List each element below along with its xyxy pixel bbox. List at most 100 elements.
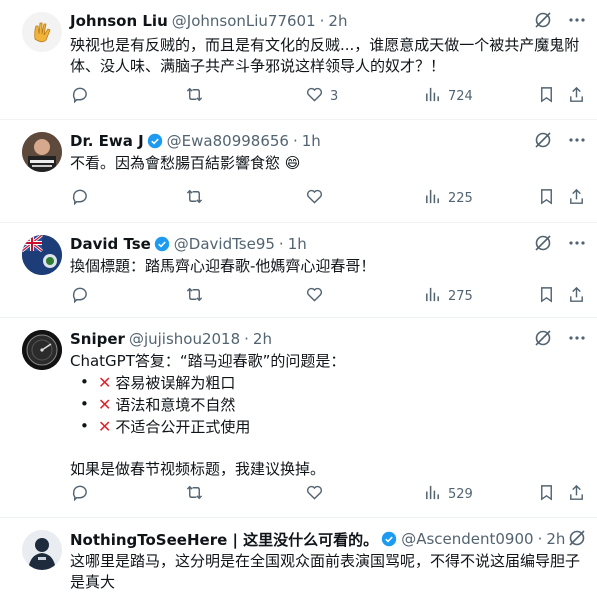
- action-bar: 3 724: [70, 85, 587, 107]
- separator-dot: ·: [278, 235, 284, 253]
- action-bar: 275: [70, 285, 587, 307]
- view-count: 529: [448, 486, 473, 502]
- retweet-icon: [185, 285, 204, 308]
- display-name[interactable]: Sniper: [70, 330, 125, 348]
- list-item-text: 不适合公开正式使用: [115, 418, 251, 436]
- list-item-text: 语法和意境不自然: [115, 396, 236, 414]
- list-item-text: 容易被误解为粗口: [115, 374, 236, 392]
- avatar[interactable]: [22, 235, 62, 275]
- more-icon[interactable]: [567, 233, 587, 257]
- bullet-list: ✕容易被误解为粗口 ✕语法和意境不自然 ✕不适合公开正式使用: [70, 372, 581, 438]
- tweet-text: ChatGPT答复：“踏马迎春歌”的问题是： ✕容易被误解为粗口 ✕语法和意境不…: [70, 351, 581, 480]
- reply-button[interactable]: [70, 187, 89, 210]
- list-item: ✕不适合公开正式使用: [80, 416, 581, 438]
- retweet-button[interactable]: [185, 187, 204, 210]
- timestamp[interactable]: 2h: [546, 530, 565, 548]
- avatar[interactable]: [22, 530, 62, 570]
- avatar[interactable]: [22, 330, 62, 370]
- heart-icon: [305, 187, 324, 210]
- tweet-header: Sniper @jujishou2018 · 2h: [70, 328, 587, 350]
- reply-tweet[interactable]: Dr. Ewa J @Ewa80998656 · 1h 不看。因為會愁腸百結影響…: [0, 120, 597, 223]
- timestamp[interactable]: 2h: [253, 330, 272, 348]
- grok-icon[interactable]: [533, 233, 553, 257]
- verified-badge-icon: [381, 531, 397, 547]
- view-count: 275: [448, 288, 473, 304]
- grok-icon[interactable]: [567, 528, 587, 552]
- display-name[interactable]: NothingToSeeHere | 这里没什么可看的。: [70, 529, 378, 550]
- user-handle[interactable]: @jujishou2018: [129, 330, 240, 348]
- reply-icon: [70, 85, 89, 108]
- display-name[interactable]: David Tse: [70, 235, 151, 253]
- more-icon[interactable]: [567, 328, 587, 352]
- tweet-header: Johnson Liu @JohnsonLiu77601 · 2h: [70, 10, 587, 32]
- reply-icon: [70, 483, 89, 506]
- like-button[interactable]: [305, 285, 324, 308]
- bookmark-icon: [537, 285, 556, 308]
- list-item: ✕容易被误解为粗口: [80, 372, 581, 394]
- like-button[interactable]: [305, 483, 324, 506]
- user-handle[interactable]: @Ewa80998656: [167, 132, 289, 150]
- share-button[interactable]: [567, 187, 586, 210]
- avatar[interactable]: [22, 132, 62, 172]
- display-name[interactable]: Dr. Ewa J: [70, 132, 144, 150]
- reply-icon: [70, 285, 89, 308]
- reply-button[interactable]: [70, 85, 89, 108]
- retweet-icon: [185, 85, 204, 108]
- timestamp[interactable]: 1h: [288, 235, 307, 253]
- retweet-button[interactable]: [185, 483, 204, 506]
- views-icon: [423, 187, 442, 210]
- share-button[interactable]: [567, 483, 586, 506]
- views-button[interactable]: 529: [423, 483, 473, 506]
- more-icon[interactable]: [567, 10, 587, 34]
- retweet-icon: [185, 483, 204, 506]
- reply-button[interactable]: [70, 483, 89, 506]
- verified-badge-icon: [147, 133, 163, 149]
- user-handle[interactable]: @DavidTse95: [174, 235, 275, 253]
- views-icon: [423, 85, 442, 108]
- retweet-button[interactable]: [185, 285, 204, 308]
- views-button[interactable]: 225: [423, 187, 473, 210]
- grok-icon[interactable]: [533, 328, 553, 352]
- avatar[interactable]: [22, 12, 62, 52]
- share-button[interactable]: [567, 85, 586, 108]
- bookmark-button[interactable]: [537, 483, 556, 506]
- share-icon: [567, 285, 586, 308]
- tweet-top-icons: [533, 233, 587, 257]
- tweet-top-icons: [567, 528, 587, 552]
- reply-icon: [70, 187, 89, 210]
- share-icon: [567, 85, 586, 108]
- list-item: ✕语法和意境不自然: [80, 394, 581, 416]
- separator-dot: ·: [319, 12, 325, 30]
- tweet-header: NothingToSeeHere | 这里没什么可看的。 @Ascendent0…: [70, 528, 587, 550]
- timestamp[interactable]: 1h: [302, 132, 321, 150]
- views-icon: [423, 285, 442, 308]
- like-button[interactable]: 3: [305, 85, 338, 108]
- grok-icon[interactable]: [533, 130, 553, 154]
- separator-dot: ·: [292, 132, 298, 150]
- reply-tweet[interactable]: NothingToSeeHere | 这里没什么可看的。 @Ascendent0…: [0, 518, 597, 602]
- bookmark-button[interactable]: [537, 187, 556, 210]
- reply-tweet[interactable]: David Tse @DavidTse95 · 1h 換個標題：踏馬齊心迎春歌-…: [0, 223, 597, 318]
- user-handle[interactable]: @JohnsonLiu77601: [172, 12, 316, 30]
- views-button[interactable]: 724: [423, 85, 473, 108]
- display-name[interactable]: Johnson Liu: [70, 12, 168, 30]
- reply-tweet[interactable]: Sniper @jujishou2018 · 2h ChatGPT答复：“踏马迎…: [0, 318, 597, 518]
- bookmark-button[interactable]: [537, 285, 556, 308]
- bookmark-button[interactable]: [537, 85, 556, 108]
- views-button[interactable]: 275: [423, 285, 473, 308]
- retweet-icon: [185, 187, 204, 210]
- bookmark-icon: [537, 85, 556, 108]
- timestamp[interactable]: 2h: [328, 12, 347, 30]
- more-icon[interactable]: [567, 130, 587, 154]
- tweet-text-outro: 如果是做春节视频标题，我建议换掉。: [70, 460, 326, 478]
- reply-tweet[interactable]: Johnson Liu @JohnsonLiu77601 · 2h 殃视也是有反…: [0, 0, 597, 120]
- like-button[interactable]: [305, 187, 324, 210]
- tweet-text: 不看。因為會愁腸百結影響食慾 😄: [70, 154, 301, 172]
- reply-button[interactable]: [70, 285, 89, 308]
- user-handle[interactable]: @Ascendent0900: [401, 530, 533, 548]
- views-icon: [423, 483, 442, 506]
- retweet-button[interactable]: [185, 85, 204, 108]
- share-button[interactable]: [567, 285, 586, 308]
- grok-icon[interactable]: [533, 10, 553, 34]
- view-count: 724: [448, 88, 473, 104]
